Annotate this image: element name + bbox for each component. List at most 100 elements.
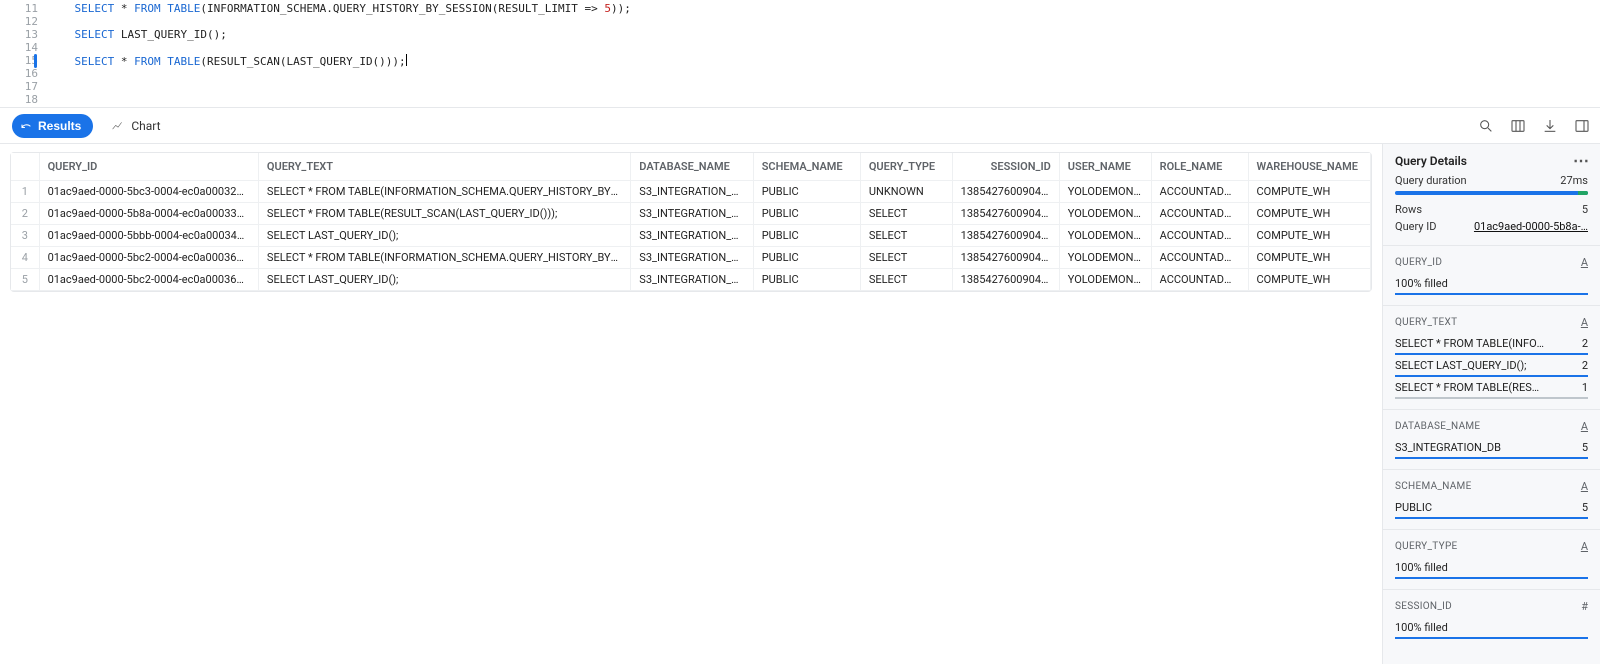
cell-query_text[interactable]: SELECT LAST_QUERY_ID();: [259, 225, 631, 247]
detail-value-row[interactable]: SELECT * FROM TABLE(RESUL…1: [1395, 381, 1588, 399]
cell-session_id[interactable]: 1385427600904198: [953, 181, 1060, 203]
cell-query_id[interactable]: 01ac9aed-0000-5bc2-0004-ec0a00036072: [40, 269, 259, 291]
search-icon[interactable]: [1478, 118, 1494, 134]
detail-value-row[interactable]: PUBLIC5: [1395, 501, 1588, 519]
cell-database_name[interactable]: S3_INTEGRATION_DB: [631, 225, 753, 247]
chart-tab[interactable]: Chart: [111, 119, 160, 133]
cell-session_id[interactable]: 1385427600904198: [953, 269, 1060, 291]
cell-query_text[interactable]: SELECT * FROM TABLE(RESULT_SCAN(LAST_QUE…: [259, 203, 631, 225]
cell-query_type[interactable]: SELECT: [861, 225, 953, 247]
editor-gutter: 11 12 13 14 15 16 17 18: [0, 2, 48, 107]
qid-link[interactable]: 01ac9aed-0000-5b8a-…: [1474, 220, 1588, 233]
results-tab[interactable]: Results: [12, 114, 93, 138]
detail-card-name: DATABASE_NAME: [1395, 421, 1480, 432]
type-icon: #: [1581, 600, 1588, 613]
cell-database_name[interactable]: S3_INTEGRATION_DB: [631, 203, 753, 225]
detail-card-database_name: DATABASE_NAME A S3_INTEGRATION_DB5: [1383, 409, 1600, 469]
cell-user_name[interactable]: YOLODEMONEW: [1060, 225, 1152, 247]
cell-query_text[interactable]: SELECT * FROM TABLE(INFORMATION_SCHEMA.Q…: [259, 181, 631, 203]
col-header-query_text[interactable]: QUERY_TEXT: [259, 153, 631, 181]
results-tab-bar: Results Chart: [0, 108, 1600, 144]
cell-role_name[interactable]: ACCOUNTADMIN: [1152, 181, 1249, 203]
table-row[interactable]: 401ac9aed-0000-5bc2-0004-ec0a0003607aSEL…: [11, 247, 1371, 269]
table-row[interactable]: 101ac9aed-0000-5bc3-0004-ec0a000320beSEL…: [11, 181, 1371, 203]
table-row[interactable]: 301ac9aed-0000-5bbb-0004-ec0a0003409aSEL…: [11, 225, 1371, 247]
detail-value-row[interactable]: SELECT LAST_QUERY_ID();2: [1395, 359, 1588, 377]
rows-value: 5: [1582, 203, 1588, 216]
col-header-warehouse_name[interactable]: WAREHOUSE_NAME: [1249, 153, 1371, 181]
cell-query_text[interactable]: SELECT LAST_QUERY_ID();: [259, 269, 631, 291]
cell-query_type[interactable]: SELECT: [861, 269, 953, 291]
cell-warehouse_name[interactable]: COMPUTE_WH: [1249, 269, 1371, 291]
type-icon: A: [1581, 540, 1588, 553]
col-header-query_type[interactable]: QUERY_TYPE: [861, 153, 953, 181]
cell-warehouse_name[interactable]: COMPUTE_WH: [1249, 247, 1371, 269]
col-header-role_name[interactable]: ROLE_NAME: [1152, 153, 1249, 181]
cell-query_id[interactable]: 01ac9aed-0000-5bbb-0004-ec0a0003409a: [40, 225, 259, 247]
cell-role_name[interactable]: ACCOUNTADMIN: [1152, 225, 1249, 247]
detail-value-row[interactable]: 100% filled: [1395, 561, 1588, 579]
cell-database_name[interactable]: S3_INTEGRATION_DB: [631, 247, 753, 269]
col-header-query_id[interactable]: QUERY_ID: [40, 153, 259, 181]
chart-tab-label: Chart: [131, 119, 160, 133]
col-header-user_name[interactable]: USER_NAME: [1060, 153, 1152, 181]
cell-role_name[interactable]: ACCOUNTADMIN: [1152, 269, 1249, 291]
table-row[interactable]: 501ac9aed-0000-5bc2-0004-ec0a00036072SEL…: [11, 269, 1371, 291]
cell-user_name[interactable]: YOLODEMONEW: [1060, 269, 1152, 291]
cell-user_name[interactable]: YOLODEMONEW: [1060, 203, 1152, 225]
detail-value-row[interactable]: 100% filled: [1395, 621, 1588, 639]
type-icon: A: [1581, 420, 1588, 433]
detail-card-name: SCHEMA_NAME: [1395, 481, 1472, 492]
cell-query_type[interactable]: SELECT: [861, 203, 953, 225]
row-number: 4: [11, 247, 40, 269]
columns-icon[interactable]: [1510, 118, 1526, 134]
cell-session_id[interactable]: 1385427600904198: [953, 247, 1060, 269]
cell-query_id[interactable]: 01ac9aed-0000-5bc2-0004-ec0a0003607a: [40, 247, 259, 269]
col-header-database_name[interactable]: DATABASE_NAME: [631, 153, 753, 181]
panel-toggle-icon[interactable]: [1574, 118, 1590, 134]
editor-code[interactable]: SELECT * FROM TABLE(INFORMATION_SCHEMA.Q…: [48, 2, 1600, 107]
cell-warehouse_name[interactable]: COMPUTE_WH: [1249, 181, 1371, 203]
cell-database_name[interactable]: S3_INTEGRATION_DB: [631, 269, 753, 291]
cell-schema_name[interactable]: PUBLIC: [754, 203, 861, 225]
col-header-schema_name[interactable]: SCHEMA_NAME: [754, 153, 861, 181]
cell-query_id[interactable]: 01ac9aed-0000-5b8a-0004-ec0a000330a6: [40, 203, 259, 225]
cell-database_name[interactable]: S3_INTEGRATION_DB: [631, 181, 753, 203]
duration-bar: [1395, 191, 1588, 195]
results-grid[interactable]: QUERY_IDQUERY_TEXTDATABASE_NAMESCHEMA_NA…: [10, 152, 1372, 292]
cell-query_type[interactable]: UNKNOWN: [861, 181, 953, 203]
detail-card-name: QUERY_TYPE: [1395, 541, 1458, 552]
download-icon[interactable]: [1542, 118, 1558, 134]
more-icon[interactable]: ⋯: [1573, 157, 1590, 165]
cell-warehouse_name[interactable]: COMPUTE_WH: [1249, 225, 1371, 247]
cell-schema_name[interactable]: PUBLIC: [754, 269, 861, 291]
cell-query_text[interactable]: SELECT * FROM TABLE(INFORMATION_SCHEMA.Q…: [259, 247, 631, 269]
cell-role_name[interactable]: ACCOUNTADMIN: [1152, 247, 1249, 269]
query-details-panel: Query Details ⋯ Query duration 27ms Rows…: [1382, 144, 1600, 664]
duration-value: 27ms: [1560, 174, 1588, 187]
cell-query_id[interactable]: 01ac9aed-0000-5bc3-0004-ec0a000320be: [40, 181, 259, 203]
results-toolbar: [1478, 118, 1590, 134]
table-row[interactable]: 201ac9aed-0000-5b8a-0004-ec0a000330a6SEL…: [11, 203, 1371, 225]
cell-schema_name[interactable]: PUBLIC: [754, 247, 861, 269]
results-grid-container[interactable]: QUERY_IDQUERY_TEXTDATABASE_NAMESCHEMA_NA…: [0, 144, 1382, 664]
results-tab-label: Results: [38, 119, 81, 133]
cell-warehouse_name[interactable]: COMPUTE_WH: [1249, 203, 1371, 225]
cell-query_type[interactable]: SELECT: [861, 247, 953, 269]
detail-value-row[interactable]: SELECT * FROM TABLE(INFOR…2: [1395, 337, 1588, 355]
cell-user_name[interactable]: YOLODEMONEW: [1060, 181, 1152, 203]
cell-session_id[interactable]: 1385427600904198: [953, 203, 1060, 225]
detail-value-row[interactable]: 100% filled: [1395, 277, 1588, 295]
cell-schema_name[interactable]: PUBLIC: [754, 181, 861, 203]
col-header-session_id[interactable]: SESSION_ID: [953, 153, 1060, 181]
cell-session_id[interactable]: 1385427600904198: [953, 225, 1060, 247]
cell-user_name[interactable]: YOLODEMONEW: [1060, 247, 1152, 269]
rows-label: Rows: [1395, 203, 1422, 216]
detail-card-session_id: SESSION_ID # 100% filled: [1383, 589, 1600, 649]
sql-editor[interactable]: 11 12 13 14 15 16 17 18 SELECT * FROM TA…: [0, 0, 1600, 108]
detail-value-row[interactable]: S3_INTEGRATION_DB5: [1395, 441, 1588, 459]
detail-card-query_id: QUERY_ID A 100% filled: [1383, 245, 1600, 305]
cell-role_name[interactable]: ACCOUNTADMIN: [1152, 203, 1249, 225]
cell-schema_name[interactable]: PUBLIC: [754, 225, 861, 247]
row-number: 5: [11, 269, 40, 291]
